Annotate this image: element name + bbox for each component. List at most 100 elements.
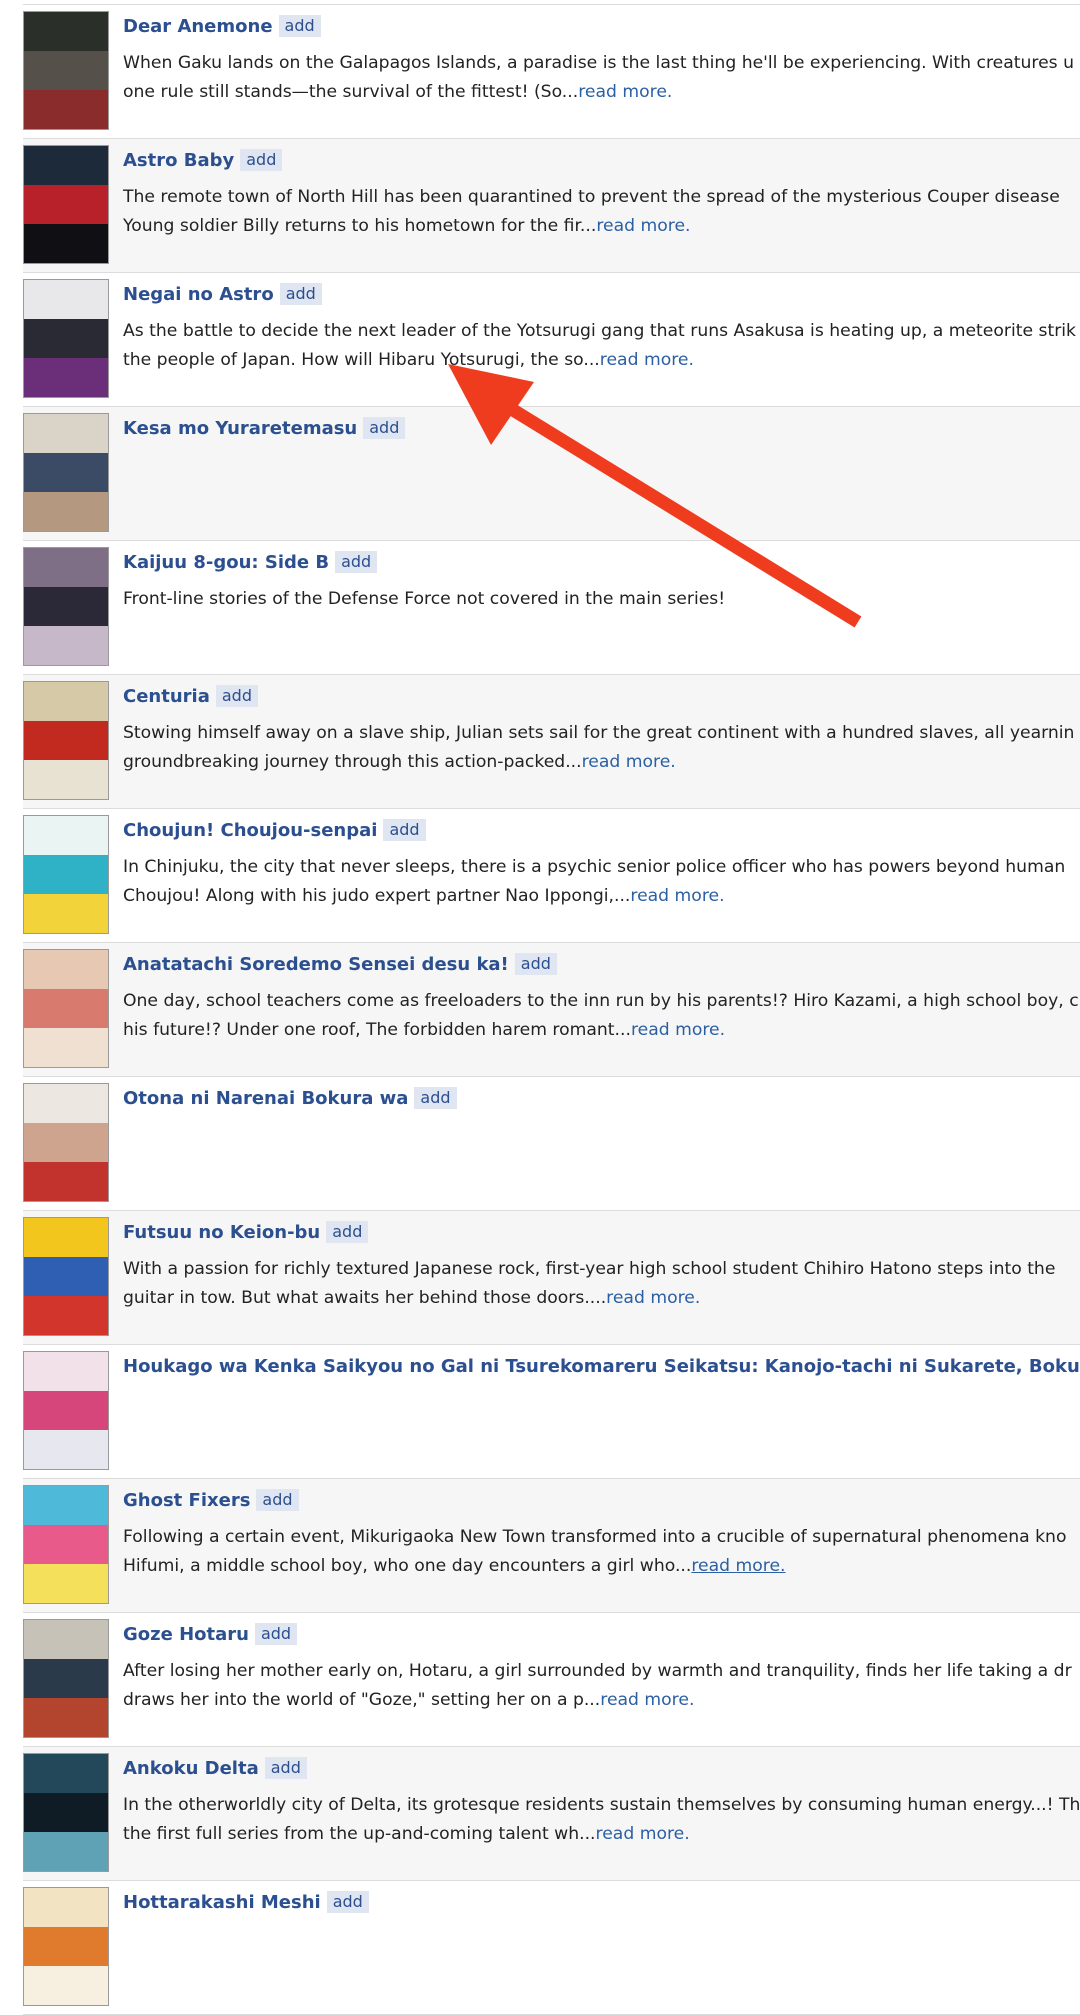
add-button[interactable]: add	[240, 149, 283, 171]
series-title-link[interactable]: Anatatachi Soredemo Sensei desu ka!	[123, 954, 509, 975]
cover-art-band	[24, 950, 108, 991]
series-title-link[interactable]: Goze Hotaru	[123, 1624, 249, 1645]
item-info: Dear Anemone add When Gaku lands on the Ga…	[123, 14, 1080, 107]
series-description: Following a certain event, Mikurigaoka N…	[123, 1523, 1080, 1581]
cover-art-band	[24, 280, 108, 321]
cover-image[interactable]	[23, 815, 109, 934]
cover-image[interactable]	[23, 681, 109, 800]
description-line: Stowing himself away on a slave ship, Ju…	[123, 723, 1075, 743]
read-more-link[interactable]: read more.	[631, 1020, 725, 1040]
description-line: the first full series from the up-and-co…	[123, 1824, 596, 1844]
title-line: Kesa mo Yuraretemasu add	[123, 416, 1080, 442]
series-title-link[interactable]: Kesa mo Yuraretemasu	[123, 418, 357, 439]
add-button[interactable]: add	[279, 283, 322, 305]
series-title-link[interactable]: Centuria	[123, 686, 210, 707]
cover-image[interactable]	[23, 1887, 109, 2006]
cover-image[interactable]	[23, 949, 109, 1068]
add-button[interactable]: add	[278, 15, 321, 37]
series-description: Front-line stories of the Defense Force …	[123, 585, 1080, 614]
cover-image[interactable]	[23, 1619, 109, 1738]
title-line: Kaijuu 8-gou: Side B add	[123, 550, 1080, 576]
add-button[interactable]: add	[514, 953, 557, 975]
series-description: Stowing himself away on a slave ship, Ju…	[123, 719, 1080, 777]
list-item: Houkago wa Kenka Saikyou no Gal ni Tsure…	[23, 1345, 1080, 1479]
series-title-link[interactable]: Negai no Astro	[123, 284, 274, 305]
cover-art-band	[24, 223, 108, 263]
add-button[interactable]: add	[335, 551, 378, 573]
add-button[interactable]: add	[215, 685, 258, 707]
read-more-link[interactable]: read more.	[578, 82, 672, 102]
cover-art-band	[24, 89, 108, 129]
read-more-link[interactable]: read more.	[596, 1824, 690, 1844]
series-title-link[interactable]: Astro Baby	[123, 150, 234, 171]
cover-art-band	[24, 1352, 108, 1393]
cover-art-band	[24, 1295, 108, 1335]
cover-art-band	[24, 1524, 108, 1566]
add-button[interactable]: add	[414, 1087, 457, 1109]
title-line: Ghost Fixers add	[123, 1488, 1080, 1514]
cover-art-band	[24, 1697, 108, 1737]
list-item: Otona ni Narenai Bokura wa add	[23, 1077, 1080, 1211]
read-more-link[interactable]: read more.	[630, 886, 724, 906]
series-title-link[interactable]: Choujun! Choujou-senpai	[123, 820, 377, 841]
add-button[interactable]: add	[326, 1221, 369, 1243]
series-title-link[interactable]: Dear Anemone	[123, 16, 273, 37]
series-title-link[interactable]: Houkago wa Kenka Saikyou no Gal ni Tsure…	[123, 1356, 1080, 1377]
item-info: Kesa mo Yuraretemasu add	[123, 416, 1080, 442]
read-more-link[interactable]: read more.	[582, 752, 676, 772]
cover-art-band	[24, 1122, 108, 1164]
description-line: In Chinjuku, the city that never sleeps,…	[123, 857, 1066, 877]
list-item: Choujun! Choujou-senpai add In Chinjuku, t…	[23, 809, 1080, 943]
series-title-link[interactable]: Ankoku Delta	[123, 1758, 259, 1779]
description-line: Hifumi, a middle school boy, who one day…	[123, 1556, 692, 1576]
title-line: Houkago wa Kenka Saikyou no Gal ni Tsure…	[123, 1354, 1080, 1380]
add-button[interactable]: add	[256, 1489, 299, 1511]
cover-image[interactable]	[23, 145, 109, 264]
add-button[interactable]: add	[363, 417, 406, 439]
series-title-link[interactable]: Kaijuu 8-gou: Side B	[123, 552, 329, 573]
cover-image[interactable]	[23, 547, 109, 666]
description-line: With a passion for richly textured Japan…	[123, 1259, 1056, 1279]
list-item: Futsuu no Keion-bu add With a passion for …	[23, 1211, 1080, 1345]
cover-art-band	[24, 548, 108, 589]
item-info: Houkago wa Kenka Saikyou no Gal ni Tsure…	[123, 1354, 1080, 1380]
cover-art-band	[24, 1084, 108, 1125]
read-more-link[interactable]: read more.	[691, 1556, 785, 1576]
item-info: Hottarakashi Meshi add	[123, 1890, 1080, 1916]
description-line: Front-line stories of the Defense Force …	[123, 589, 726, 609]
add-button[interactable]: add	[264, 1757, 307, 1779]
series-description: As the battle to decide the next leader …	[123, 317, 1080, 375]
read-more-link[interactable]: read more.	[600, 1690, 694, 1710]
list-item: Astro Baby add The remote town of North Hi…	[23, 139, 1080, 273]
read-more-link[interactable]: read more.	[606, 1288, 700, 1308]
read-more-link[interactable]: read more.	[596, 216, 690, 236]
cover-art-band	[24, 1256, 108, 1298]
item-info: Futsuu no Keion-bu add With a passion for …	[123, 1220, 1080, 1313]
cover-image[interactable]	[23, 279, 109, 398]
cover-image[interactable]	[23, 413, 109, 532]
title-line: Ankoku Delta add	[123, 1756, 1080, 1782]
description-line: Choujou! Along with his judo expert part…	[123, 886, 631, 906]
cover-art-band	[24, 1429, 108, 1469]
title-line: Hottarakashi Meshi add	[123, 1890, 1080, 1916]
description-line: The remote town of North Hill has been q…	[123, 187, 1060, 207]
series-title-link[interactable]: Futsuu no Keion-bu	[123, 1222, 320, 1243]
cover-art-band	[24, 893, 108, 933]
series-title-link[interactable]: Otona ni Narenai Bokura wa	[123, 1088, 408, 1109]
add-button[interactable]: add	[383, 819, 426, 841]
cover-image[interactable]	[23, 1753, 109, 1872]
cover-image[interactable]	[23, 1351, 109, 1470]
cover-art-band	[24, 759, 108, 799]
add-button[interactable]: add	[326, 1891, 369, 1913]
series-title-link[interactable]: Hottarakashi Meshi	[123, 1892, 321, 1913]
cover-art-band	[24, 1926, 108, 1968]
cover-image[interactable]	[23, 1083, 109, 1202]
cover-image[interactable]	[23, 1485, 109, 1604]
description-line: guitar in tow. But what awaits her behin…	[123, 1288, 607, 1308]
series-title-link[interactable]: Ghost Fixers	[123, 1490, 250, 1511]
cover-image[interactable]	[23, 11, 109, 130]
read-more-link[interactable]: read more.	[600, 350, 694, 370]
cover-image[interactable]	[23, 1217, 109, 1336]
cover-art-band	[24, 184, 108, 226]
add-button[interactable]: add	[254, 1623, 298, 1645]
